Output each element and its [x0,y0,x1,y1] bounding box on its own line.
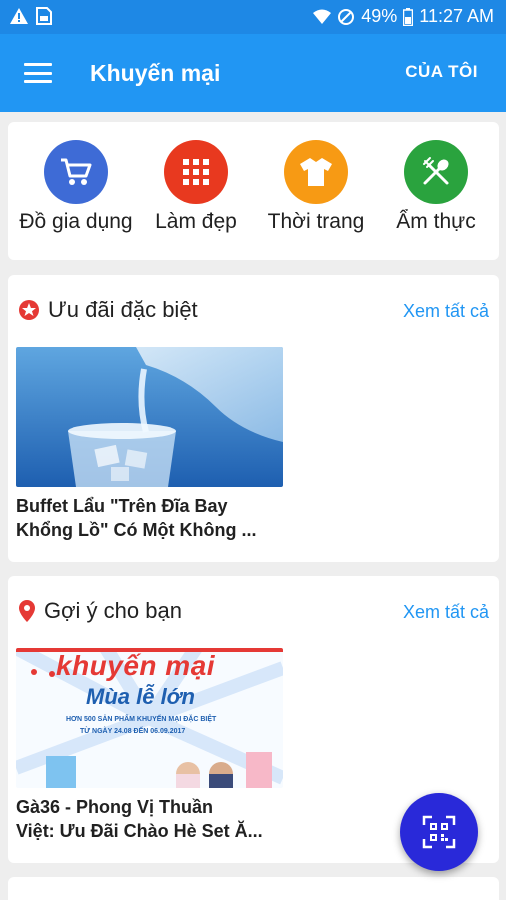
promo-banner-image[interactable]: khuyến mại Mùa lễ lớn HƠN 500 SẢN PHẨM K… [16,648,283,788]
qr-code-icon [422,815,456,849]
shirt-icon [284,140,348,204]
cart-icon [44,140,108,204]
menu-icon[interactable] [22,61,54,85]
app-bar: Khuyến mại CỦA TÔI [0,34,506,112]
category-label: Làm đẹp [155,210,237,233]
qr-scan-button[interactable] [400,793,478,871]
banner-brand: khuyến mại [56,650,216,681]
section-title: Gợi ý cho bạn [44,598,182,623]
suggestion-title[interactable]: Gà36 - Phong Vị Thuần Việt: Ưu Đãi Chào … [16,795,286,843]
sim-icon [36,7,52,25]
category-food[interactable]: Ẩm thực [376,140,496,234]
my-promotions-button[interactable]: CỦA TÔI [405,62,478,82]
page-title: Khuyến mại [90,60,221,86]
category-fashion[interactable]: Thời trang [256,140,376,234]
battery-icon [403,7,414,26]
wifi-icon [313,9,332,24]
banner-dates: TỪ NGÀY 24.08 ĐẾN 06.09.2017 [80,728,186,735]
section-title: Ưu đãi đặc biệt [48,297,198,322]
offer-title[interactable]: Buffet Lẩu "Trên Đĩa Bay Khổng Lồ" Có Mộ… [16,494,286,542]
clock: 11:27 AM [419,6,494,26]
warning-icon [10,8,28,24]
category-household[interactable]: Đồ gia dụng [16,140,136,234]
offer-image-water[interactable] [16,347,283,487]
category-label: Ẩm thực [396,210,476,233]
category-label: Thời trang [267,210,365,233]
see-all-suggest-link[interactable]: Xem tất cả [403,602,489,623]
categories-card: Đồ gia dụng Làm đẹp Thời trang Ẩm thực [8,122,499,260]
category-label: Đồ gia dụng [19,210,133,233]
fork-spoon-icon [404,140,468,204]
category-beauty[interactable]: Làm đẹp [136,140,256,234]
status-bar: 49% 11:27 AM [0,0,506,34]
star-badge-icon [19,300,39,320]
dnd-icon [338,8,355,25]
banner-headline: Mùa lễ lớn [86,684,195,709]
grid-icon [164,140,228,204]
banner-subline: HƠN 500 SẢN PHẨM KHUYẾN MẠI ĐẶC BIỆT [66,716,217,723]
special-offers-section: Ưu đãi đặc biệt Xem tất cả Buffet Lẩu "T… [8,275,499,562]
next-section-card [8,877,499,900]
see-all-special-link[interactable]: Xem tất cả [403,301,489,322]
battery-percent: 49% [361,6,398,26]
location-pin-icon [19,600,35,622]
